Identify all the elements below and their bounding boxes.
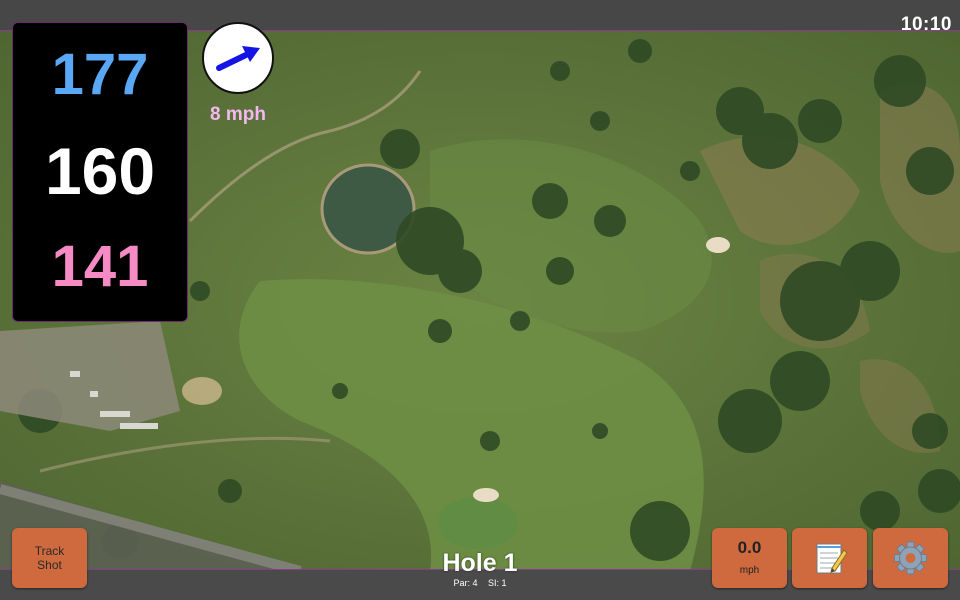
speed-unit: mph <box>739 565 760 576</box>
clock: 10:10 <box>900 14 952 35</box>
track-shot-label-line2: Shot <box>37 558 62 572</box>
wind-speed-label: 8 mph <box>210 104 266 125</box>
front-yardage: 141 <box>51 234 149 299</box>
stroke-index-label: SI: 1 <box>488 578 507 588</box>
yardage-panel: 177 160 141 <box>12 22 188 322</box>
par-label: Par: 4 <box>453 578 478 588</box>
speed-button[interactable]: 0.0 mph <box>712 528 787 588</box>
wind-arrow-icon <box>216 46 260 71</box>
hole-meta: Par: 4 SI: 1 <box>380 578 580 588</box>
hole-title: Hole 1 <box>442 549 518 577</box>
track-shot-label: Track Shot <box>26 544 74 572</box>
notes-button[interactable] <box>792 528 867 588</box>
gear-icon <box>894 541 927 575</box>
notepad-icon <box>816 543 848 574</box>
back-yardage: 177 <box>51 42 149 107</box>
center-yardage: 160 <box>44 134 156 208</box>
speed-value: 0.0 <box>737 538 762 557</box>
wind-direction-dial <box>202 22 274 94</box>
settings-button[interactable] <box>873 528 948 588</box>
hole-info: Hole 1 Par: 4 SI: 1 <box>380 548 580 588</box>
track-shot-label-line1: Track <box>34 544 65 558</box>
golf-gps-screen: 10:10 177 160 141 8 mph Track Shot Hole … <box>0 0 960 600</box>
track-shot-button[interactable]: Track Shot <box>12 528 87 588</box>
